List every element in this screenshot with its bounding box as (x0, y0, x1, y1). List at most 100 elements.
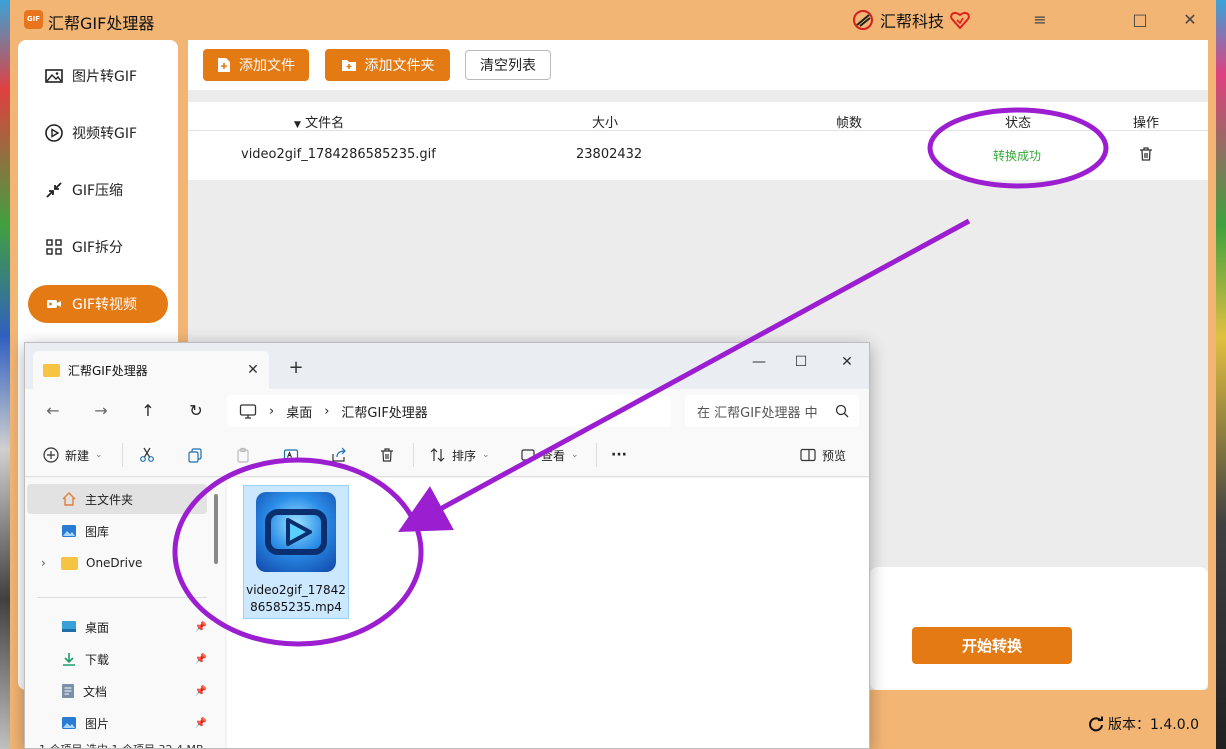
explorer-maximize-button[interactable]: ☐ (781, 349, 821, 375)
compress-icon (46, 182, 62, 198)
delete-icon[interactable] (379, 443, 395, 467)
add-folder-button[interactable]: 添加文件夹 (325, 49, 450, 81)
address-field[interactable]: › 桌面 › 汇帮GIF处理器 (227, 395, 671, 427)
search-input[interactable]: 在 汇帮GIF处理器 中 (685, 395, 859, 427)
back-arrow-icon[interactable]: ← (39, 399, 67, 423)
explorer-file-area: video2gif_1784286585235.mp4 (227, 478, 869, 748)
cut-icon[interactable] (139, 443, 155, 467)
pin-icon[interactable]: 📌 (195, 654, 207, 665)
rename-icon[interactable] (283, 443, 299, 467)
app-title: 汇帮GIF处理器 (48, 14, 155, 33)
sidebar-item-gif-compress[interactable]: GIF压缩 (28, 171, 168, 209)
refresh-icon[interactable]: ↻ (182, 399, 210, 423)
add-file-icon (218, 58, 230, 72)
new-button[interactable]: 新建 ⌄ (43, 443, 103, 467)
document-icon (62, 684, 74, 698)
explorer-minimize-button[interactable]: — (739, 349, 779, 375)
sidebar-item-label: GIF拆分 (72, 240, 124, 256)
nav-item-onedrive[interactable]: › OneDrive (27, 548, 207, 578)
explorer-tab-bar: 汇帮GIF处理器 ✕ + — ☐ ✕ (25, 343, 869, 389)
menu-button[interactable]: ≡ (1022, 8, 1058, 32)
close-button[interactable]: ✕ (1172, 8, 1208, 32)
maximize-button[interactable]: □ (1122, 8, 1158, 32)
view-icon (521, 449, 535, 461)
add-file-label: 添加文件 (239, 58, 295, 74)
search-placeholder: 在 汇帮GIF处理器 中 (697, 405, 818, 421)
tab-close-icon[interactable]: ✕ (241, 362, 265, 378)
heart-badge-icon (950, 11, 970, 29)
sidebar-item-image-to-gif[interactable]: 图片转GIF (28, 57, 168, 95)
nav-item-documents[interactable]: 文档 📌 (27, 676, 207, 706)
pin-icon[interactable]: 📌 (195, 718, 207, 729)
home-icon (62, 492, 76, 506)
version-label: 版本：1.4.0.0 (1108, 717, 1199, 733)
brand-logo-icon (853, 10, 873, 30)
view-button[interactable]: 查看 ⌄ (521, 443, 579, 467)
start-convert-button[interactable]: 开始转换 (912, 627, 1072, 664)
explorer-tab-title: 汇帮GIF处理器 (68, 363, 148, 378)
forward-arrow-icon[interactable]: → (87, 399, 115, 423)
add-folder-icon (341, 60, 356, 71)
share-icon[interactable] (331, 443, 347, 467)
nav-item-pictures[interactable]: 图片 📌 (27, 708, 207, 738)
file-explorer-window: 汇帮GIF处理器 ✕ + — ☐ ✕ ← → ↑ ↻ › 桌面 › 汇帮GIF处… (24, 342, 870, 749)
sidebar-item-gif-split[interactable]: GIF拆分 (28, 228, 168, 266)
trash-icon[interactable] (1138, 146, 1154, 162)
sort-button[interactable]: 排序 ⌄ (430, 443, 490, 467)
chevron-down-icon: ⌄ (482, 450, 490, 460)
paste-icon (235, 443, 251, 467)
explorer-close-button[interactable]: ✕ (827, 349, 867, 375)
nav-scrollbar[interactable] (214, 494, 218, 564)
desktop-background-right (1216, 0, 1226, 749)
nav-divider (37, 597, 207, 598)
file-size-cell: 23802432 (576, 147, 643, 162)
sidebar-item-label: GIF压缩 (72, 183, 124, 199)
breadcrumb-folder[interactable]: 汇帮GIF处理器 (341, 402, 427, 421)
pictures-icon (62, 717, 76, 729)
computer-icon (239, 403, 257, 419)
gallery-icon (62, 525, 76, 537)
explorer-navigation-pane: 主文件夹 图库 › OneDrive 桌面 📌 下载 📌 文档 📌 图片 📌 (25, 478, 225, 748)
chevron-right-icon[interactable]: › (41, 556, 53, 570)
title-bar: GIF 汇帮GIF处理器 汇帮科技 ≡ □ ✕ (10, 0, 1216, 40)
video-icon (47, 300, 61, 308)
clear-list-button[interactable]: 清空列表 (465, 50, 551, 80)
column-header-action: 操作 (1133, 116, 1160, 131)
add-file-button[interactable]: 添加文件 (203, 49, 309, 81)
version-info: 版本：1.4.0.0 (1088, 714, 1199, 734)
sidebar-item-label: 视频转GIF (72, 126, 138, 142)
split-icon (46, 239, 62, 255)
divider (122, 443, 123, 467)
explorer-address-bar: ← → ↑ ↻ › 桌面 › 汇帮GIF处理器 在 汇帮GIF处理器 中 (25, 389, 869, 433)
preview-button[interactable]: 预览 (800, 443, 846, 467)
plus-circle-icon (43, 447, 59, 463)
header-divider (188, 130, 1208, 131)
search-icon (835, 404, 849, 418)
file-item[interactable]: video2gif_1784286585235.mp4 (243, 485, 349, 619)
column-header-name[interactable]: ▼ 文件名 (294, 112, 344, 131)
chevron-right-icon: › (324, 403, 330, 419)
status-cell: 转换成功 (993, 149, 1042, 163)
file-name: video2gif_1784286585235.mp4 (246, 583, 346, 614)
refresh-icon[interactable] (1088, 716, 1104, 732)
breadcrumb-desktop[interactable]: 桌面 (286, 402, 312, 421)
new-tab-button[interactable]: + (285, 357, 307, 379)
nav-item-downloads[interactable]: 下载 📌 (27, 644, 207, 674)
nav-item-desktop[interactable]: 桌面 📌 (27, 612, 207, 642)
brand-name: 汇帮科技 (880, 12, 945, 31)
copy-icon[interactable] (187, 443, 203, 467)
pin-icon[interactable]: 📌 (195, 686, 207, 697)
explorer-tab[interactable]: 汇帮GIF处理器 ✕ (33, 351, 269, 389)
up-arrow-icon[interactable]: ↑ (134, 399, 162, 423)
more-options-button[interactable]: ··· (611, 443, 627, 467)
nav-item-home[interactable]: 主文件夹 (27, 484, 207, 514)
desktop-background-left (0, 0, 10, 749)
column-header-status: 状态 (1005, 116, 1032, 131)
preview-pane-icon (800, 448, 816, 462)
explorer-command-bar: 新建 ⌄ 排序 ⌄ 查看 ⌄ ··· 预览 (25, 433, 869, 477)
pin-icon[interactable]: 📌 (195, 622, 207, 633)
sidebar-item-gif-to-video[interactable]: GIF转视频 (28, 285, 168, 323)
sort-icon (430, 448, 445, 462)
nav-item-gallery[interactable]: 图库 (27, 516, 207, 546)
sidebar-item-video-to-gif[interactable]: 视频转GIF (28, 114, 168, 152)
